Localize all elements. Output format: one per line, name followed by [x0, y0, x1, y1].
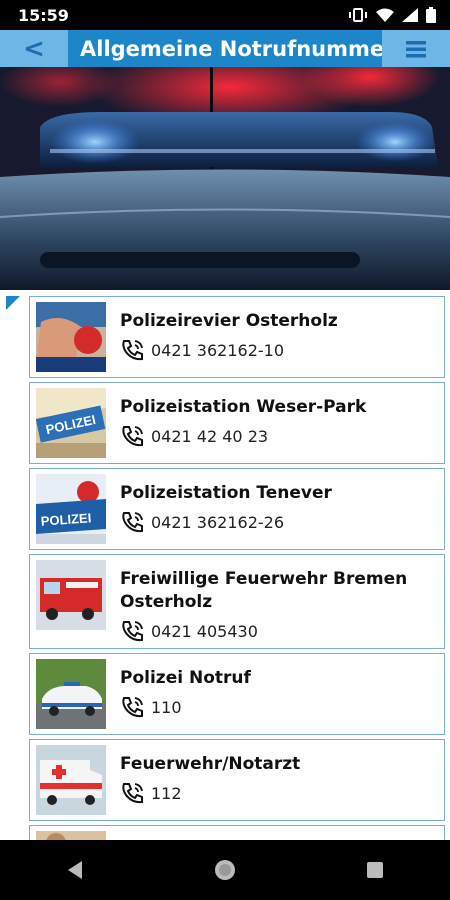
nav-recents-button[interactable]	[345, 840, 405, 900]
status-time: 15:59	[18, 5, 69, 25]
contact-card[interactable]: Polizei Notruf 110	[29, 653, 445, 735]
fire-truck-photo	[36, 560, 106, 630]
contact-phone[interactable]: 0421 405430	[151, 622, 258, 641]
polizei-sign-photo: POLIZEI	[36, 388, 106, 458]
app-bar: < Allgemeine Notrufnummern	[0, 30, 450, 67]
status-bar: 15:59	[0, 0, 450, 30]
ambulance-photo	[36, 745, 106, 815]
contact-list-area: Polizeirevier Osterholz 0421 362162-10 P…	[0, 290, 450, 840]
contact-name: Polizeistation Tenever	[120, 483, 332, 503]
vibrate-icon	[349, 8, 367, 22]
contact-name: Feuerwehr/Notarzt	[120, 754, 301, 774]
contact-card[interactable]: POLIZEI Polizeistation Weser-Park 0421 4…	[29, 382, 445, 464]
page-title: Allgemeine Notrufnummern	[68, 30, 382, 67]
phone-icon	[122, 426, 143, 447]
phone-icon	[122, 621, 143, 642]
header-image	[0, 67, 450, 290]
partial-photo	[36, 831, 106, 840]
police-officer-photo	[36, 302, 106, 372]
contact-card[interactable]: Polizeirevier Osterholz 0421 362162-10	[29, 296, 445, 378]
battery-icon	[426, 7, 436, 23]
contact-card-partial[interactable]	[29, 825, 445, 840]
back-button[interactable]: <	[0, 30, 68, 67]
contact-list: Polizeirevier Osterholz 0421 362162-10 P…	[29, 296, 445, 840]
phone-icon	[122, 783, 143, 804]
nav-home-button[interactable]	[195, 840, 255, 900]
police-car-roof-photo: POLIZEI	[36, 474, 106, 544]
contact-phone[interactable]: 112	[151, 784, 182, 803]
contact-name: Polizeistation Weser-Park	[120, 397, 367, 417]
phone-icon	[122, 340, 143, 361]
contact-card[interactable]: POLIZEI Polizeistation Tenever 0421 3621…	[29, 468, 445, 550]
nav-back-button[interactable]	[45, 840, 105, 900]
contact-name: Freiwillige Feuerwehr Bremen Osterholz	[120, 569, 408, 612]
police-car-photo	[36, 659, 106, 729]
hamburger-menu-icon	[406, 40, 426, 57]
contact-phone[interactable]: 110	[151, 698, 182, 717]
status-icons	[348, 7, 436, 23]
phone-icon	[122, 697, 143, 718]
contact-card[interactable]: Freiwillige Feuerwehr Bremen Osterholz 0…	[29, 554, 445, 649]
corner-marker	[6, 296, 20, 310]
contact-phone[interactable]: 0421 362162-26	[151, 513, 284, 532]
recents-square-icon	[367, 862, 383, 878]
back-triangle-icon	[68, 861, 82, 879]
contact-name: Polizeirevier Osterholz	[120, 311, 338, 331]
system-nav-bar	[0, 840, 450, 900]
signal-icon	[402, 8, 418, 22]
contact-card[interactable]: Feuerwehr/Notarzt 112	[29, 739, 445, 821]
phone-icon	[122, 512, 143, 533]
contact-phone[interactable]: 0421 42 40 23	[151, 427, 268, 446]
home-circle-icon	[215, 860, 235, 880]
wifi-icon	[376, 8, 394, 22]
contact-name: Polizei Notruf	[120, 668, 251, 688]
contact-phone[interactable]: 0421 362162-10	[151, 341, 284, 360]
menu-button[interactable]	[382, 30, 450, 67]
